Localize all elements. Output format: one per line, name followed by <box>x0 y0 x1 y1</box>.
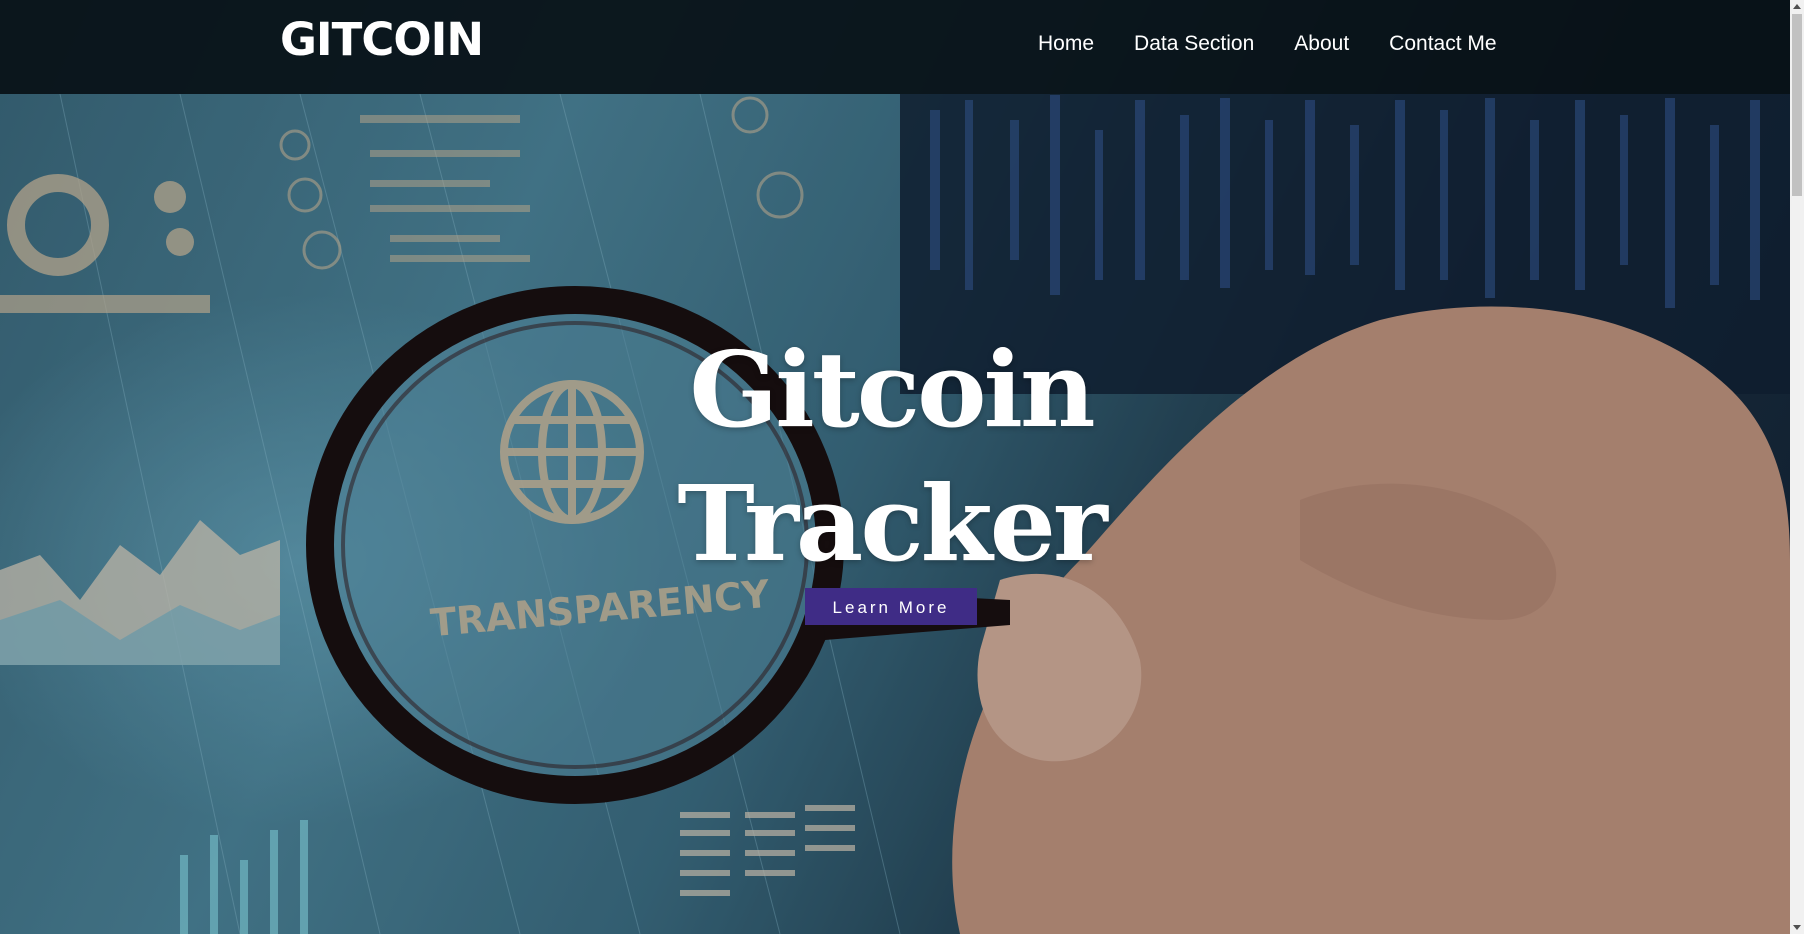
nav-link-contact-me[interactable]: Contact Me <box>1389 30 1496 58</box>
page: TRANSPARENCY GITCOIN Home Data Section A… <box>0 0 1804 934</box>
scrollbar[interactable] <box>1790 0 1804 934</box>
hero-title-line1: Gitcoin <box>689 328 1095 451</box>
navbar: GITCOIN Home Data Section About Contact … <box>0 0 1790 94</box>
scroll-down-arrow-icon[interactable] <box>1793 925 1801 930</box>
site-logo[interactable]: GITCOIN <box>280 14 484 66</box>
scroll-up-arrow-icon[interactable] <box>1793 4 1801 9</box>
scroll-thumb[interactable] <box>1792 14 1802 196</box>
learn-more-button[interactable]: Learn More <box>805 588 977 625</box>
nav-link-home[interactable]: Home <box>1038 30 1094 58</box>
hero-title: Gitcoin Tracker <box>0 323 1782 591</box>
nav-link-data-section[interactable]: Data Section <box>1134 30 1254 58</box>
nav-link-about[interactable]: About <box>1294 30 1349 58</box>
hero-title-line2: Tracker <box>677 462 1107 585</box>
nav-links: Home Data Section About Contact Me <box>1038 30 1537 58</box>
